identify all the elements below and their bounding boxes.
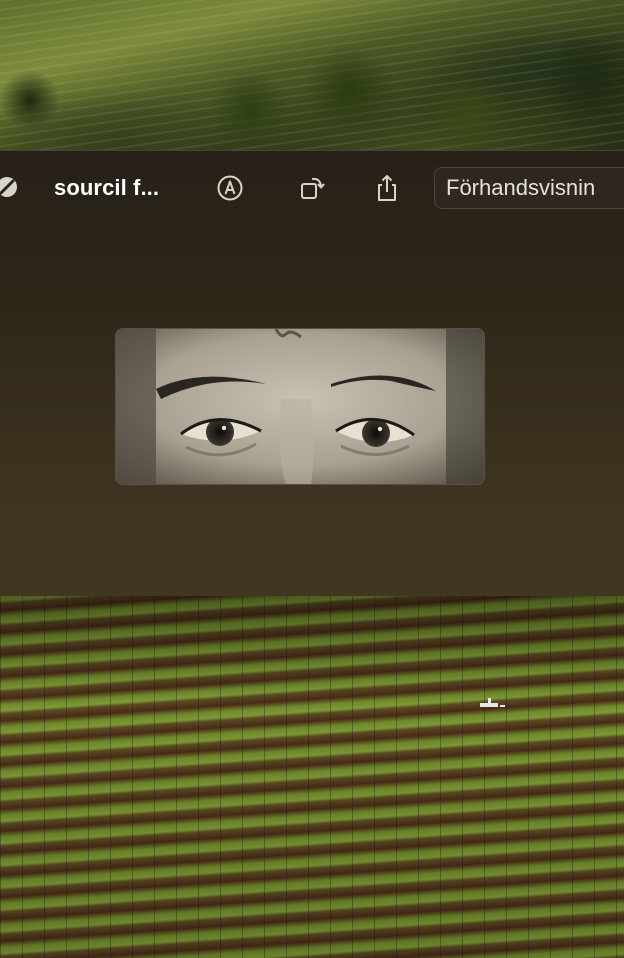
preview-image	[115, 328, 485, 485]
open-with-button[interactable]: Förhandsvisnin	[434, 167, 624, 209]
desktop-wallpaper-bottom	[0, 596, 624, 958]
tractor-icon	[480, 698, 505, 707]
quick-look-window[interactable]: sourcil f... Förhandsvisnin	[0, 150, 624, 598]
document-title: sourcil f...	[54, 175, 160, 200]
desktop-wallpaper-top	[0, 0, 624, 150]
lock-icon[interactable]	[0, 176, 18, 198]
markup-icon	[217, 175, 243, 201]
share-button[interactable]	[370, 171, 404, 205]
rotate-button[interactable]	[295, 171, 329, 205]
rotate-icon	[301, 177, 325, 199]
wallpaper-shade	[0, 596, 624, 958]
markup-button[interactable]	[213, 171, 247, 205]
toolbar: sourcil f... Förhandsvisnin	[0, 151, 624, 227]
tree-line	[0, 40, 624, 150]
share-icon	[378, 175, 396, 201]
